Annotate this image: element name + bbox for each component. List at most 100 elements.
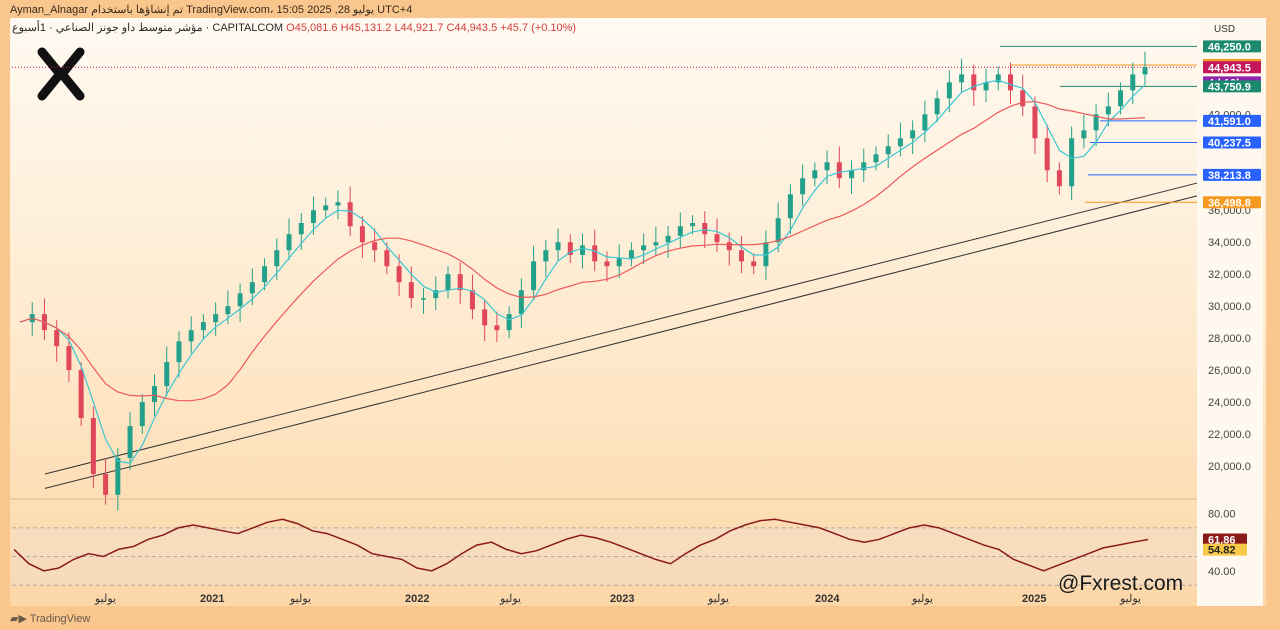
- candle: [249, 282, 255, 294]
- candle: [115, 458, 121, 495]
- x-tick-label: 2022: [405, 593, 429, 605]
- tradingview-logo-icon: ▰▶: [10, 613, 30, 625]
- x-tick-label: يوليو: [289, 593, 311, 605]
- candle: [127, 426, 133, 459]
- candle: [1130, 74, 1136, 91]
- y-tick-label: 26,000.0: [1208, 365, 1251, 377]
- candle: [286, 234, 292, 251]
- candle: [824, 162, 830, 171]
- candle: [372, 242, 378, 251]
- candle: [152, 386, 158, 403]
- candle: [653, 242, 659, 246]
- candle: [677, 226, 683, 236]
- candle: [531, 261, 537, 291]
- tradingview-brand: ▰▶ TradingView: [10, 613, 91, 625]
- y-tick-label: 30,000.0: [1208, 301, 1251, 313]
- candle: [518, 290, 524, 315]
- candle: [90, 418, 96, 475]
- candle: [971, 74, 977, 91]
- candle: [237, 293, 243, 307]
- candle: [800, 178, 806, 195]
- candle: [934, 98, 940, 115]
- candle: [482, 309, 488, 326]
- candle: [66, 346, 72, 371]
- candle: [176, 341, 182, 363]
- candle: [738, 250, 744, 262]
- candle: [408, 282, 414, 299]
- candle: [628, 250, 634, 259]
- candle: [347, 202, 353, 227]
- x-tick-label: 2024: [815, 593, 840, 605]
- candle: [849, 170, 855, 179]
- rsi-tick-label: 80.00: [1208, 509, 1236, 521]
- candle: [103, 474, 109, 495]
- price-label: 44,943.5: [1208, 62, 1251, 74]
- candle: [54, 330, 60, 347]
- y-tick-label: 28,000.0: [1208, 333, 1251, 345]
- candle: [200, 322, 206, 331]
- candle: [555, 242, 561, 251]
- candle: [1142, 67, 1148, 75]
- ma-fast-line: [19, 79, 1146, 464]
- candle: [78, 370, 84, 419]
- candle: [873, 154, 879, 163]
- candle: [714, 234, 720, 243]
- candle: [274, 250, 280, 267]
- candle: [139, 402, 145, 427]
- candle: [543, 250, 549, 262]
- candle: [897, 138, 903, 147]
- price-label: 36,498.8: [1208, 197, 1251, 209]
- x-tick-label: 2021: [200, 593, 224, 605]
- candle: [726, 242, 732, 251]
- candle: [421, 298, 427, 300]
- candle: [1020, 90, 1026, 107]
- x-tick-label: يوليو: [499, 593, 521, 605]
- price-label: 40,237.5: [1208, 138, 1251, 150]
- rsi-tick-label: 40.00: [1208, 566, 1236, 578]
- candle: [469, 290, 475, 310]
- candle: [310, 210, 316, 224]
- candle: [580, 245, 585, 256]
- candle: [702, 223, 708, 235]
- trendline-lower: [44, 195, 1198, 489]
- candle: [384, 250, 390, 267]
- candle: [690, 223, 696, 227]
- candle: [775, 218, 781, 243]
- x-tick-label: 2025: [1022, 593, 1046, 605]
- candle: [959, 74, 965, 83]
- candle: [641, 245, 647, 251]
- candle: [359, 226, 365, 243]
- y-tick-label: 34,000.0: [1208, 237, 1251, 249]
- candle: [1069, 138, 1075, 187]
- candle: [751, 261, 757, 267]
- candle: [262, 266, 268, 283]
- candle: [1032, 106, 1038, 139]
- candle: [885, 146, 891, 155]
- candle: [298, 223, 304, 235]
- price-chart[interactable]: USD 20,000.0 22,000.0 24,000.0 26,000.0 28,00…: [0, 0, 1280, 630]
- rsi-value-label: 54.82: [1208, 545, 1236, 557]
- candle: [1105, 106, 1111, 115]
- candle: [335, 202, 341, 206]
- price-label: 41,591.0: [1208, 116, 1251, 128]
- price-label: 46,250.0: [1208, 41, 1251, 53]
- candle: [616, 258, 622, 267]
- x-tick-label: يوليو: [94, 593, 116, 605]
- trendline-upper: [44, 182, 1198, 475]
- candle: [494, 325, 500, 331]
- x-tick-label: يوليو: [911, 593, 933, 605]
- candle: [506, 314, 512, 331]
- candle: [1044, 138, 1050, 171]
- candle: [323, 205, 329, 211]
- x-tick-label: يوليو: [707, 593, 729, 605]
- x-tick-label: 2023: [610, 593, 634, 605]
- candle: [922, 114, 928, 131]
- candle: [910, 130, 916, 139]
- candle: [836, 162, 842, 179]
- candle: [1056, 170, 1062, 187]
- y-tick-label: 24,000.0: [1208, 397, 1251, 409]
- candle: [812, 170, 818, 179]
- currency-label: USD: [1214, 24, 1235, 35]
- candle: [787, 194, 793, 219]
- y-tick-label: 20,000.0: [1208, 461, 1251, 473]
